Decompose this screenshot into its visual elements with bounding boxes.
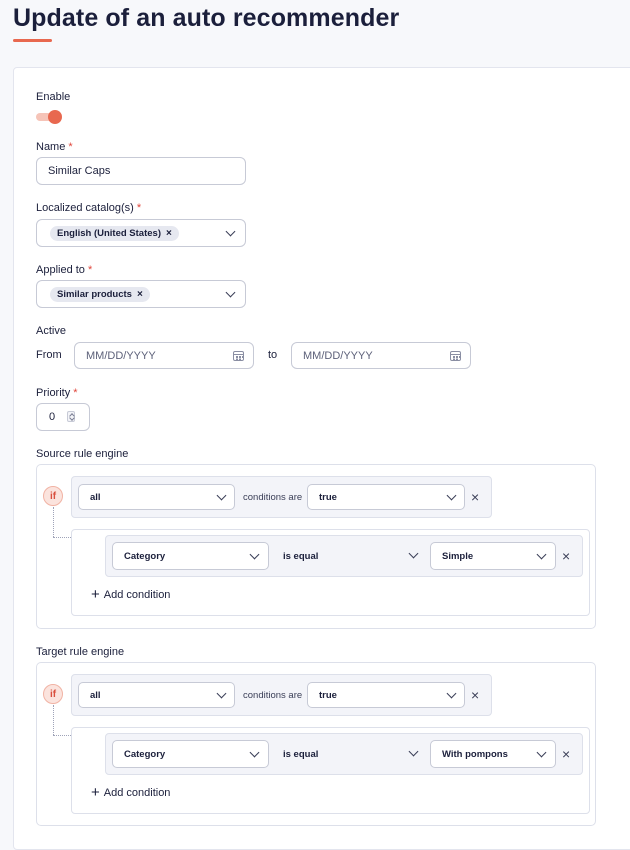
add-condition-button[interactable]: + Add condition <box>91 784 171 801</box>
chevron-down-icon <box>536 549 547 560</box>
aggregator-select[interactable]: all <box>78 682 235 708</box>
page-title: Update of an auto recommender <box>13 4 400 32</box>
if-badge: if <box>43 684 63 704</box>
aggregator-select[interactable]: all <box>78 484 235 510</box>
chevron-down-icon <box>446 688 457 699</box>
condition-value-select[interactable]: With pompons <box>430 740 556 768</box>
active-label: Active <box>36 325 66 337</box>
chip-remove-icon[interactable]: × <box>166 228 172 239</box>
condition-field-select[interactable]: Category <box>112 740 269 768</box>
applied-to-chip-label: Similar products <box>57 288 132 300</box>
source-engine-label: Source rule engine <box>36 448 129 460</box>
chip-remove-icon[interactable]: × <box>137 289 143 300</box>
condition-field-select[interactable]: Category <box>112 542 269 570</box>
priority-stepper[interactable]: 0 <box>36 403 90 431</box>
to-date-input[interactable]: MM/DD/YYYY <box>291 342 471 369</box>
remove-condition-icon[interactable]: × <box>562 747 570 761</box>
value-select[interactable]: true <box>307 682 465 708</box>
conditions-are-text: conditions are <box>243 492 303 503</box>
if-badge: if <box>43 486 63 506</box>
from-date-placeholder: MM/DD/YYYY <box>86 349 156 362</box>
remove-combinator-icon[interactable]: × <box>471 688 479 702</box>
condition-operator-select[interactable]: is equal <box>283 551 318 562</box>
catalogs-label-text: Localized catalog(s) <box>36 202 134 214</box>
value-select-value: true <box>319 689 337 701</box>
connector-line <box>53 537 71 538</box>
catalogs-select[interactable]: English (United States) × <box>36 219 246 247</box>
chevron-down-icon <box>225 226 236 237</box>
to-label: to <box>268 349 278 361</box>
plus-icon: + <box>91 586 100 603</box>
remove-combinator-icon[interactable]: × <box>471 490 479 504</box>
required-mark: * <box>136 202 142 214</box>
chevron-down-icon <box>249 747 260 758</box>
connector-line <box>53 705 54 735</box>
priority-label: Priority * <box>36 387 78 399</box>
chevron-down-icon <box>446 490 457 501</box>
catalog-chip: English (United States) × <box>50 225 179 241</box>
calendar-icon[interactable] <box>233 351 244 361</box>
condition-value: With pompons <box>442 748 508 760</box>
applied-to-select[interactable]: Similar products × <box>36 280 246 308</box>
required-mark: * <box>87 264 93 276</box>
applied-to-label: Applied to * <box>36 264 92 276</box>
value-select-value: true <box>319 491 337 503</box>
condition-value-select[interactable]: Simple <box>430 542 556 570</box>
add-condition-label: Add condition <box>103 787 171 799</box>
enable-toggle[interactable] <box>36 110 62 124</box>
chevron-down-icon <box>225 287 236 298</box>
condition-field-value: Category <box>124 550 166 562</box>
catalogs-label: Localized catalog(s) * <box>36 202 141 214</box>
conditions-are-text: conditions are <box>243 690 303 701</box>
plus-icon: + <box>91 784 100 801</box>
aggregator-value: all <box>90 689 101 701</box>
toggle-knob <box>48 110 62 124</box>
remove-condition-icon[interactable]: × <box>562 549 570 563</box>
condition-operator-select[interactable]: is equal <box>283 749 318 760</box>
from-date-input[interactable]: MM/DD/YYYY <box>74 342 254 369</box>
chevron-down-icon <box>536 747 547 758</box>
priority-value: 0 <box>49 411 56 423</box>
stepper-arrows-icon[interactable] <box>67 411 75 422</box>
chevron-down-icon <box>249 549 260 560</box>
title-underline <box>13 39 52 42</box>
name-label: Name * <box>36 141 73 153</box>
required-mark: * <box>68 141 73 153</box>
value-select[interactable]: true <box>307 484 465 510</box>
connector-line <box>53 735 71 736</box>
target-engine-label: Target rule engine <box>36 646 125 658</box>
catalog-chip-label: English (United States) <box>57 227 161 239</box>
condition-value: Simple <box>442 550 474 562</box>
aggregator-value: all <box>90 491 101 503</box>
applied-to-chip: Similar products × <box>50 286 150 302</box>
name-label-text: Name <box>36 141 66 153</box>
condition-field-value: Category <box>124 748 166 760</box>
add-condition-label: Add condition <box>103 589 171 601</box>
chevron-down-icon <box>216 490 227 501</box>
from-label: From <box>36 349 62 361</box>
calendar-icon[interactable] <box>450 351 461 361</box>
required-mark: * <box>73 387 78 399</box>
connector-line <box>53 507 54 537</box>
chevron-down-icon <box>216 688 227 699</box>
applied-to-label-text: Applied to <box>36 264 85 276</box>
priority-label-text: Priority <box>36 387 71 399</box>
name-input[interactable]: Similar Caps <box>36 157 246 185</box>
to-date-placeholder: MM/DD/YYYY <box>303 349 373 362</box>
add-condition-button[interactable]: + Add condition <box>91 586 171 603</box>
enable-label: Enable <box>36 91 71 103</box>
